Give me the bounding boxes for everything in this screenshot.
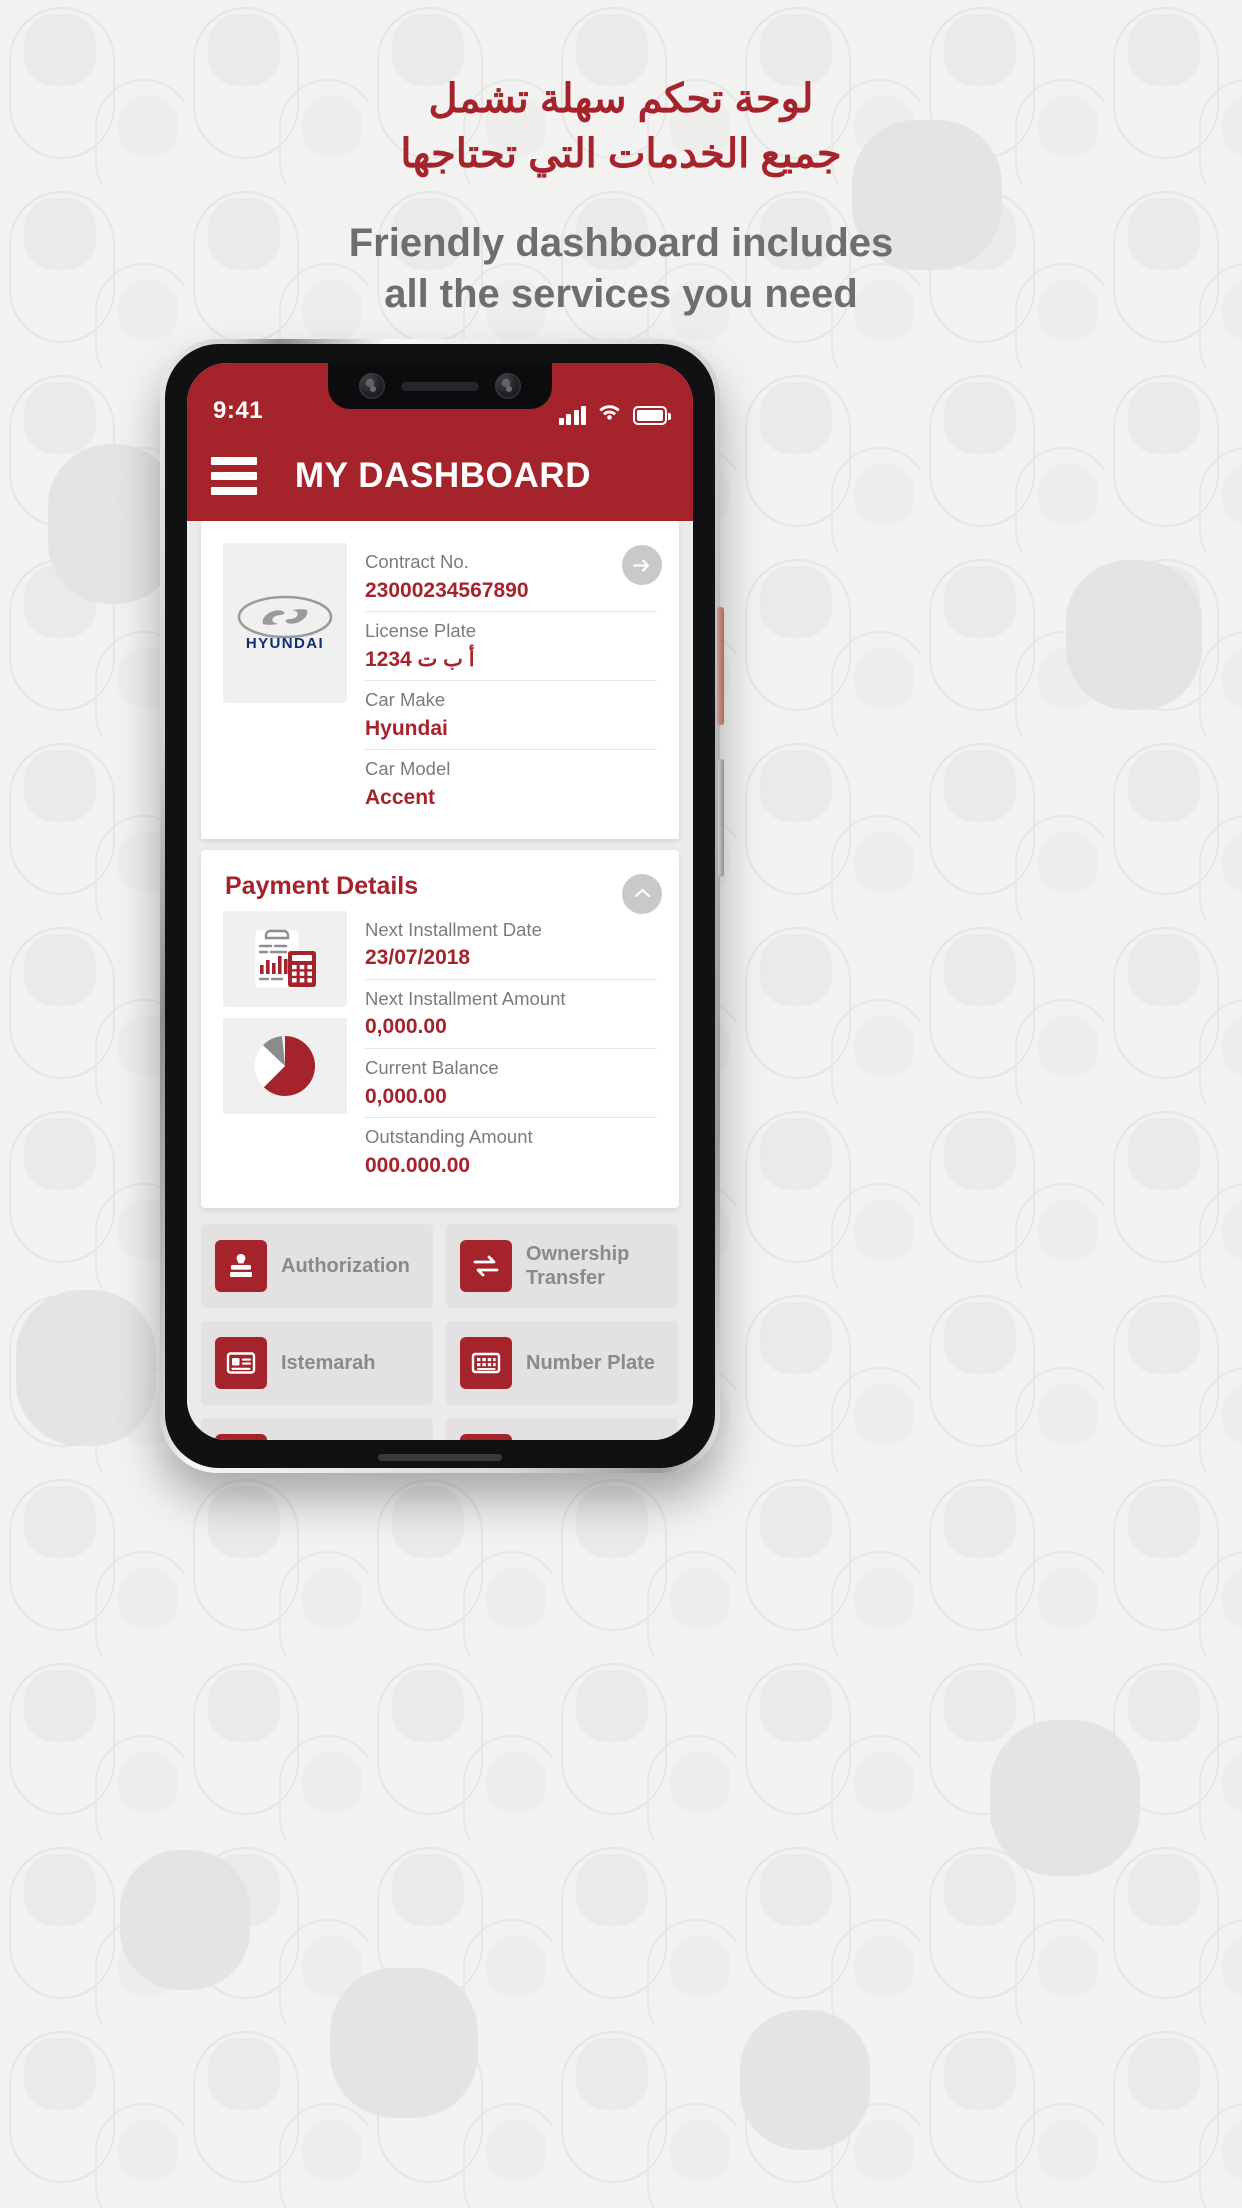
- car-icon: [460, 1434, 512, 1440]
- payment-details-title: Payment Details: [225, 871, 419, 900]
- field-value: Hyundai: [365, 717, 448, 741]
- headline-english-line-2: all the services you need: [384, 271, 858, 316]
- battery-full-icon: [633, 406, 671, 425]
- service-tile-label: Istemarah: [281, 1352, 376, 1375]
- field-label: Next Installment Amount: [365, 987, 566, 1009]
- front-camera-secondary-icon: [495, 373, 521, 399]
- signal-bars-icon: [558, 406, 586, 425]
- headline-arabic-line-2: جميع الخدمات التي تحتاجها: [400, 132, 842, 177]
- headline-arabic: لوحة تحكم سهلة تشمل جميع الخدمات التي تح…: [0, 72, 1242, 182]
- payment-details-card[interactable]: Payment Details Next Installment Date 23…: [201, 849, 679, 1209]
- page-title: MY DASHBOARD: [294, 456, 592, 495]
- field-label: License Plate: [365, 620, 477, 642]
- chevron-up-icon[interactable]: [622, 873, 662, 914]
- status-bar-clock: 9:41: [213, 397, 264, 424]
- wifi-icon: [597, 401, 622, 425]
- headline-english: Friendly dashboard includes all the serv…: [0, 218, 1242, 319]
- payment-field: Current Balance 0,000.00: [365, 1049, 657, 1118]
- arrow-right-icon[interactable]: [622, 545, 662, 585]
- field-label: Car Make: [365, 689, 446, 711]
- headline-arabic-line-1: لوحة تحكم سهلة تشمل: [428, 77, 814, 121]
- phone-metal-frame: 9:41 MY DASHBOARD HYUNDAI Contract No. 2…: [160, 339, 720, 1473]
- earpiece-speaker: [401, 381, 479, 391]
- pie-chart-icon: [223, 1017, 347, 1114]
- hyundai-logo: HYUNDAI: [223, 543, 347, 703]
- service-tile-authorization[interactable]: Authorization: [201, 1224, 433, 1309]
- contract-field: Car Make Hyundai: [365, 681, 657, 751]
- service-tile-label: Authorization: [281, 1255, 410, 1278]
- field-label: Outstanding Amount: [365, 1125, 533, 1147]
- contract-card[interactable]: HYUNDAI Contract No. 23000234567890 Lice…: [201, 521, 679, 839]
- field-value: 0,000.00: [365, 1084, 447, 1108]
- field-value: 23/07/2018: [365, 946, 471, 970]
- headline-english-line-1: Friendly dashboard includes: [348, 221, 894, 266]
- payment-field-list: Next Installment Date 23/07/2018 Next In…: [347, 911, 657, 1187]
- contract-field: Contract No. 23000234567890: [365, 543, 657, 613]
- service-tile-car-key[interactable]: Car Key: [201, 1418, 433, 1440]
- field-value: 23000234567890: [365, 578, 529, 602]
- svg-text:HYUNDAI: HYUNDAI: [246, 635, 324, 652]
- service-tile-label: Ownership Transfer: [526, 1243, 630, 1290]
- status-bar-icons: [558, 401, 671, 425]
- field-label: Contract No.: [365, 551, 469, 572]
- contract-field: Car Model Accent: [365, 750, 657, 818]
- field-value: أ ب ت 1234: [365, 647, 475, 671]
- field-label: Current Balance: [365, 1056, 499, 1078]
- invoice-calculator-icon: [223, 910, 347, 1007]
- field-label: Car Model: [365, 758, 451, 780]
- dashboard-scroll-area[interactable]: HYUNDAI Contract No. 23000234567890 Lice…: [187, 521, 693, 1440]
- license-plate-icon: [460, 1337, 512, 1390]
- payment-field: Outstanding Amount 000.000.00: [365, 1118, 657, 1186]
- power-button[interactable]: [717, 607, 724, 725]
- payment-field: Next Installment Amount 0,000.00: [365, 980, 657, 1049]
- field-value: 000.000.00: [365, 1153, 471, 1177]
- phone-notch: [328, 363, 552, 409]
- phone-bezel: 9:41 MY DASHBOARD HYUNDAI Contract No. 2…: [165, 344, 715, 1468]
- field-value: Accent: [365, 786, 436, 810]
- transfer-arrows-icon: [460, 1240, 512, 1293]
- payment-icon-column: [223, 910, 347, 1187]
- hamburger-menu-icon[interactable]: [211, 457, 257, 495]
- service-tile-istemarah[interactable]: Istemarah: [201, 1321, 433, 1406]
- field-value: 0,000.00: [365, 1015, 447, 1039]
- home-indicator: [378, 1454, 502, 1461]
- promo-headline-block: لوحة تحكم سهلة تشمل جميع الخدمات التي تح…: [0, 72, 1242, 319]
- field-label: Next Installment Date: [365, 918, 542, 940]
- volume-button[interactable]: [718, 759, 724, 877]
- id-card-icon: [215, 1337, 267, 1390]
- app-bar: MY DASHBOARD: [187, 431, 693, 521]
- phone-screen: 9:41 MY DASHBOARD HYUNDAI Contract No. 2…: [187, 363, 693, 1440]
- contract-field-list: Contract No. 23000234567890 License Plat…: [347, 543, 657, 819]
- service-tile-grid: Authorization Ownership Transfer Istemar…: [187, 1208, 693, 1440]
- service-tile-label: Number Plate: [526, 1352, 655, 1375]
- stamp-icon: [215, 1240, 267, 1293]
- contract-field: License Plate أ ب ت 1234: [365, 612, 657, 682]
- phone-mockup: 9:41 MY DASHBOARD HYUNDAI Contract No. 2…: [160, 339, 724, 1473]
- service-tile-ownership-transfer[interactable]: Ownership Transfer: [446, 1224, 678, 1309]
- service-tile-number-plate[interactable]: Number Plate: [446, 1321, 678, 1406]
- service-tile-vehicle[interactable]: Vehicle: [446, 1418, 678, 1440]
- payment-field: Next Installment Date 23/07/2018: [365, 911, 657, 980]
- car-key-icon: [215, 1434, 267, 1440]
- front-camera-icon: [359, 373, 385, 399]
